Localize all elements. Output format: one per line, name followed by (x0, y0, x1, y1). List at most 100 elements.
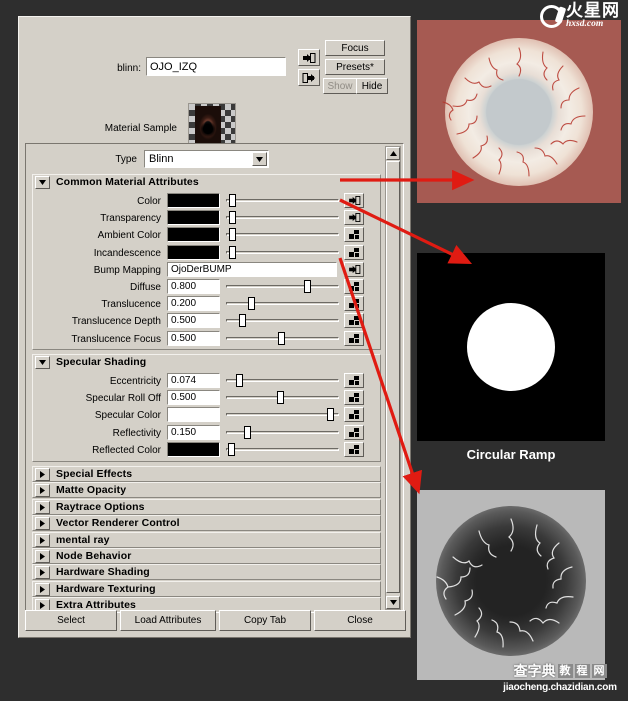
collapsed-section[interactable]: Hardware Shading (32, 564, 381, 581)
section-header[interactable]: Specular Shading (33, 355, 380, 371)
collapsed-section[interactable]: Special Effects (32, 466, 381, 482)
expand-toggle-icon[interactable] (35, 533, 50, 547)
attribute-label: Reflectivity (112, 427, 161, 439)
map-checker-icon[interactable] (344, 424, 364, 440)
value-slider[interactable] (226, 245, 339, 259)
value-slider[interactable] (226, 374, 339, 387)
slider-knob[interactable] (277, 331, 285, 345)
section-title: Special Effects (56, 468, 133, 480)
value-slider[interactable] (226, 442, 339, 456)
collapsed-section[interactable]: mental ray (32, 531, 381, 548)
expand-toggle-icon[interactable] (35, 500, 50, 514)
value-slider[interactable] (226, 331, 339, 345)
slider-knob[interactable] (229, 211, 237, 225)
go-to-output-icon[interactable] (298, 69, 320, 86)
value-input[interactable]: 0.500 (167, 390, 220, 406)
slider-knob[interactable] (235, 374, 243, 387)
scrollbar-thumb[interactable] (386, 161, 400, 593)
value-input[interactable]: 0.200 (167, 296, 220, 312)
slider-track (226, 216, 339, 220)
value-slider[interactable] (226, 211, 339, 225)
color-swatch[interactable] (167, 193, 220, 208)
slider-knob[interactable] (304, 280, 312, 293)
scroll-up-icon[interactable] (386, 147, 400, 160)
section-header[interactable]: Common Material Attributes (33, 175, 380, 191)
collapse-toggle-icon[interactable] (35, 356, 50, 369)
map-checker-icon[interactable] (344, 441, 364, 457)
expand-toggle-icon[interactable] (35, 468, 50, 481)
value-input[interactable]: 0.800 (167, 279, 220, 294)
color-swatch[interactable] (167, 210, 220, 226)
slider-knob[interactable] (229, 194, 237, 207)
value-input[interactable]: 0.500 (167, 313, 220, 329)
collapsed-section[interactable]: Node Behavior (32, 548, 381, 564)
expand-toggle-icon[interactable] (35, 582, 50, 596)
scroll-down-icon[interactable] (386, 596, 400, 609)
select-button[interactable]: Select (25, 610, 117, 631)
value-slider[interactable] (226, 391, 339, 405)
load-attributes-button[interactable]: Load Attributes (120, 610, 216, 631)
map-checker-icon[interactable] (344, 330, 364, 346)
collapsed-section[interactable]: Raytrace Options (32, 498, 381, 515)
value-input[interactable]: 0.150 (167, 424, 220, 440)
collapsed-section[interactable]: Matte Opacity (32, 482, 381, 499)
chevron-down-icon[interactable] (252, 152, 267, 166)
material-name-input[interactable]: OJO_IZQ (146, 57, 286, 76)
slider-knob[interactable] (326, 408, 334, 422)
value-slider[interactable] (226, 280, 339, 293)
hide-button[interactable]: Hide (356, 78, 388, 94)
slider-knob[interactable] (229, 228, 237, 242)
slider-knob[interactable] (228, 442, 236, 456)
slider-knob[interactable] (238, 314, 246, 328)
copy-tab-button[interactable]: Copy Tab (219, 610, 311, 631)
material-type-select[interactable]: Blinn (144, 150, 269, 168)
expand-toggle-icon[interactable] (35, 517, 50, 531)
collapsed-section[interactable]: Hardware Texturing (32, 580, 381, 597)
value-input[interactable]: 0.074 (167, 373, 220, 388)
map-checker-icon[interactable] (344, 227, 364, 243)
expand-toggle-icon[interactable] (35, 599, 50, 610)
map-checker-icon[interactable] (344, 313, 364, 329)
value-slider[interactable] (226, 297, 339, 311)
map-checker-icon[interactable] (344, 296, 364, 312)
map-linked-icon[interactable] (344, 261, 364, 277)
value-slider[interactable] (226, 194, 339, 207)
close-button[interactable]: Close (314, 610, 406, 631)
collapse-toggle-icon[interactable] (35, 176, 50, 189)
watermark-box: 程 (574, 664, 590, 678)
expand-toggle-icon[interactable] (35, 550, 50, 563)
value-input[interactable]: 0.500 (167, 330, 220, 346)
attribute-label: Diffuse (130, 282, 161, 293)
presets-button[interactable]: Presets* (325, 59, 385, 75)
texture-name-input[interactable]: OjoDerBUMP (167, 261, 337, 277)
expand-toggle-icon[interactable] (35, 484, 50, 498)
collapsed-section[interactable]: Extra Attributes (32, 597, 381, 610)
map-checker-icon[interactable] (344, 279, 364, 294)
slider-knob[interactable] (244, 425, 251, 439)
attribute-row: Incandescence (33, 244, 382, 262)
value-slider[interactable] (226, 314, 339, 328)
attribute-panel-scrollbar[interactable] (385, 146, 401, 610)
color-swatch[interactable] (167, 244, 220, 260)
expand-toggle-icon[interactable] (35, 566, 50, 580)
color-swatch[interactable] (167, 407, 220, 423)
go-to-input-icon[interactable] (298, 49, 320, 66)
value-slider[interactable] (226, 228, 339, 242)
map-checker-icon[interactable] (344, 373, 364, 388)
focus-button[interactable]: Focus (325, 40, 385, 56)
color-swatch[interactable] (167, 441, 220, 457)
attribute-row: Specular Color (33, 407, 382, 424)
collapsed-section[interactable]: Vector Renderer Control (32, 515, 381, 532)
value-slider[interactable] (226, 425, 339, 439)
slider-knob[interactable] (229, 245, 237, 259)
map-linked-icon[interactable] (344, 193, 364, 208)
map-checker-icon[interactable] (344, 390, 364, 406)
map-linked-icon[interactable] (344, 210, 364, 226)
color-swatch[interactable] (167, 227, 220, 243)
value-slider[interactable] (226, 408, 339, 422)
slider-knob[interactable] (248, 297, 256, 311)
slider-knob[interactable] (276, 391, 284, 405)
section-title: mental ray (56, 533, 110, 546)
map-checker-icon[interactable] (344, 244, 364, 260)
map-checker-icon[interactable] (344, 407, 364, 423)
